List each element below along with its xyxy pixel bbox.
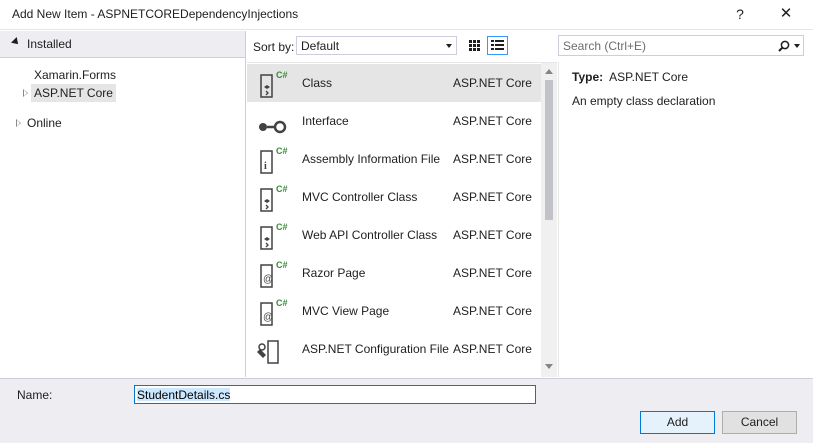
footer: Name: Add Cancel	[0, 378, 813, 443]
list-view-button[interactable]	[487, 36, 508, 55]
list-scrollbar[interactable]	[541, 63, 557, 377]
template-type: ASP.NET Core	[453, 76, 532, 90]
template-name: Interface	[302, 114, 349, 128]
sort-dropdown[interactable]: Default	[296, 36, 457, 55]
sidebar-item-label: Xamarin.Forms	[34, 68, 117, 82]
razor-icon: @ C#	[260, 298, 288, 326]
template-name: MVC Controller Class	[302, 190, 418, 204]
add-button[interactable]: Add	[640, 411, 715, 434]
sort-dropdown-value: Default	[301, 39, 340, 53]
name-field[interactable]	[135, 386, 535, 403]
template-type: ASP.NET Core	[453, 190, 532, 204]
name-field-box[interactable]	[134, 385, 536, 404]
sidebar-item-label: Online	[27, 116, 62, 130]
list-item[interactable]: Interface ASP.NET Core	[247, 102, 541, 140]
info-file-icon: i C#	[260, 146, 288, 174]
interface-icon	[259, 120, 287, 134]
sidebar-item-online[interactable]: Online	[27, 114, 62, 132]
template-type: ASP.NET Core	[453, 304, 532, 318]
svg-text:@: @	[263, 274, 273, 285]
svg-text:C#: C#	[276, 260, 288, 270]
expand-arrow-icon[interactable]	[23, 89, 28, 97]
list-item[interactable]	[247, 368, 541, 377]
svg-text:C#: C#	[276, 146, 288, 156]
class-icon: C#	[260, 222, 288, 250]
svg-text:@: @	[263, 312, 273, 323]
razor-icon: @ C#	[260, 260, 288, 288]
small-icons-view-button[interactable]	[464, 36, 485, 55]
detail-type-value: ASP.NET Core	[609, 70, 689, 84]
detail-type-label: Type:	[572, 70, 604, 84]
name-label: Name:	[17, 388, 53, 402]
grid-view-icon	[469, 40, 480, 51]
svg-text:i: i	[264, 161, 267, 172]
close-button[interactable]: ✕	[772, 3, 800, 25]
template-type: ASP.NET Core	[453, 114, 532, 128]
template-name: ASP.NET Configuration File	[302, 342, 449, 356]
cancel-button[interactable]: Cancel	[722, 411, 797, 434]
list-item[interactable]: @ C# MVC View Page ASP.NET Core	[247, 292, 541, 330]
chevron-down-icon[interactable]	[794, 44, 800, 48]
svg-text:C#: C#	[276, 222, 288, 232]
chevron-down-icon	[446, 44, 452, 48]
expand-arrow-icon[interactable]	[16, 119, 21, 127]
search-input[interactable]: Search (Ctrl+E)	[558, 35, 804, 56]
list-item[interactable]: @ C# Razor Page ASP.NET Core	[247, 254, 541, 292]
list-view-icon	[491, 40, 504, 50]
template-type: ASP.NET Core	[453, 152, 532, 166]
scroll-down-icon[interactable]	[545, 364, 553, 369]
template-name: Web API Controller Class	[302, 228, 438, 242]
class-icon: C#	[260, 70, 288, 98]
window-title: Add New Item - ASPNETCOREDependencyInjec…	[12, 7, 299, 21]
list-item[interactable]: ASP.NET Configuration File ASP.NET Core	[247, 330, 541, 368]
installed-header[interactable]: Installed	[0, 31, 245, 58]
installed-label: Installed	[27, 37, 72, 51]
sidebar-item-aspnet-core[interactable]: ASP.NET Core	[31, 84, 116, 102]
detail-type: Type: ASP.NET Core	[572, 70, 688, 84]
svg-text:C#: C#	[276, 184, 288, 194]
file-icon	[256, 373, 288, 377]
template-name: MVC View Page	[302, 304, 390, 318]
detail-description: An empty class declaration	[572, 94, 716, 108]
search-icon	[778, 40, 790, 52]
scroll-thumb[interactable]	[545, 80, 553, 220]
details-panel: Type: ASP.NET Core An empty class declara…	[558, 62, 808, 377]
sort-by-label: Sort by:	[253, 40, 295, 54]
sidebar-item-xamarin-forms[interactable]: Xamarin.Forms	[34, 66, 116, 84]
search-placeholder: Search (Ctrl+E)	[563, 39, 647, 53]
template-type: ASP.NET Core	[453, 342, 532, 356]
category-panel: Installed Xamarin.Forms ASP.NET Core Onl…	[0, 31, 246, 377]
config-icon	[257, 340, 279, 364]
template-list: C# Class ASP.NET Core Interface ASP.NET …	[247, 62, 557, 377]
template-name: Razor Page	[302, 266, 366, 280]
list-item[interactable]: C# Web API Controller Class ASP.NET Core	[247, 216, 541, 254]
sidebar-item-label: ASP.NET Core	[34, 86, 113, 100]
template-name: Assembly Information File	[302, 152, 441, 166]
list-item[interactable]: C# MVC Controller Class ASP.NET Core	[247, 178, 541, 216]
class-icon: C#	[260, 184, 288, 212]
list-item[interactable]: C# Class ASP.NET Core	[247, 64, 541, 102]
svg-text:C#: C#	[276, 298, 288, 308]
collapse-arrow-icon	[11, 37, 21, 47]
template-name: Class	[302, 76, 333, 90]
title-bar: Add New Item - ASPNETCOREDependencyInjec…	[0, 0, 813, 30]
help-button[interactable]: ?	[728, 3, 752, 25]
template-type: ASP.NET Core	[453, 228, 532, 242]
template-type: ASP.NET Core	[453, 266, 532, 280]
list-item[interactable]: i C# Assembly Information File ASP.NET C…	[247, 140, 541, 178]
scroll-up-icon[interactable]	[545, 69, 553, 74]
svg-text:C#: C#	[276, 70, 288, 80]
